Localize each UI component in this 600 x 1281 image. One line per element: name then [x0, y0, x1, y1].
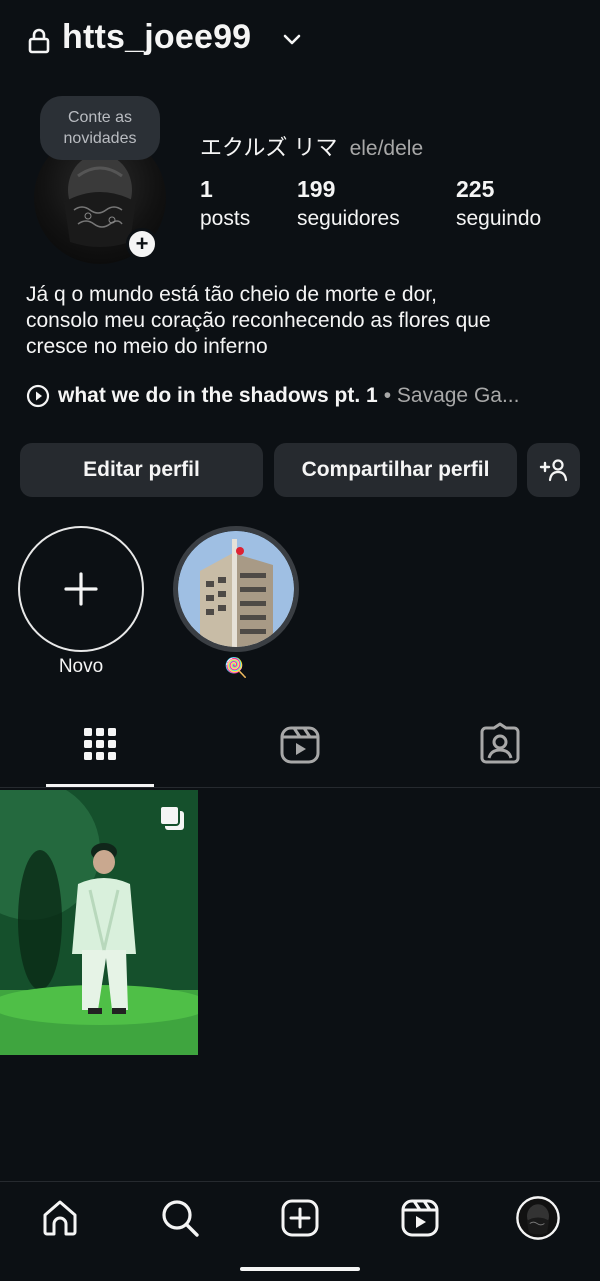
- post-thumbnail[interactable]: [0, 790, 198, 1055]
- tagged-icon: [480, 722, 520, 764]
- nav-home[interactable]: [38, 1196, 82, 1240]
- discover-people-button[interactable]: [527, 443, 580, 497]
- add-person-icon: [539, 459, 567, 482]
- nav-profile[interactable]: [516, 1196, 560, 1240]
- stat-posts-count: 1: [200, 176, 213, 202]
- display-name: エクルズ リマ: [200, 135, 338, 160]
- music-title: what we do in the shadows pt. 1: [58, 384, 378, 407]
- multiple-photos-icon: [159, 805, 184, 830]
- stat-followers-count: 199: [297, 176, 336, 202]
- reels-icon: [401, 1199, 439, 1237]
- nav-divider: [0, 1181, 600, 1182]
- tab-tagged[interactable]: [400, 722, 600, 788]
- stat-following[interactable]: 225 seguindo: [456, 176, 541, 231]
- stat-posts-label: posts: [200, 207, 251, 230]
- display-name-row: エクルズ リマ ele/dele: [200, 130, 423, 162]
- tab-reels[interactable]: [200, 722, 400, 788]
- tab-posts-grid[interactable]: [0, 722, 200, 788]
- grid-icon: [84, 728, 116, 760]
- highlight-label: 🍭: [224, 658, 248, 679]
- home-indicator: [240, 1267, 360, 1271]
- profile-header: htts_joee99: [0, 0, 600, 86]
- create-icon: [281, 1199, 319, 1237]
- active-tab-indicator: [46, 784, 154, 787]
- bio-line: cresce no meio do inferno: [26, 335, 268, 358]
- bio: Já q o mundo está tão cheio de morte e d…: [26, 282, 586, 360]
- music-artist: • Savage Ga...: [383, 384, 520, 407]
- bio-line: Já q o mundo está tão cheio de morte e d…: [26, 283, 437, 306]
- stat-followers-label: seguidores: [297, 207, 400, 230]
- stat-following-label: seguindo: [456, 207, 542, 230]
- search-icon: [162, 1200, 199, 1237]
- add-story-button[interactable]: +: [126, 228, 158, 260]
- pronouns: ele/dele: [349, 137, 424, 160]
- chevron-down-icon[interactable]: [282, 32, 302, 48]
- play-circle-icon: [26, 384, 50, 408]
- stat-posts[interactable]: 1 posts: [200, 176, 250, 231]
- highlight-cover: [178, 531, 294, 647]
- nav-reels[interactable]: [398, 1196, 442, 1240]
- profile-music[interactable]: what we do in the shadows pt. 1 • Savage…: [26, 382, 586, 410]
- share-profile-button[interactable]: Compartilhar perfil: [274, 443, 517, 497]
- plus-icon: [64, 572, 98, 606]
- edit-profile-button[interactable]: Editar perfil: [20, 443, 263, 497]
- nav-search[interactable]: [158, 1196, 202, 1240]
- lock-icon: [28, 28, 50, 54]
- new-highlight-button[interactable]: [18, 526, 144, 652]
- nav-create[interactable]: [278, 1196, 322, 1240]
- highlight-item[interactable]: [173, 526, 299, 652]
- profile-avatar-icon: [516, 1196, 560, 1240]
- username-title[interactable]: htts_joee99: [62, 18, 251, 57]
- stat-followers[interactable]: 199 seguidores: [297, 176, 400, 231]
- reels-icon: [280, 726, 320, 764]
- building-photo-icon: [178, 531, 294, 647]
- bio-line: consolo meu coração reconhecendo as flor…: [26, 309, 491, 332]
- highlight-label: Novo: [58, 656, 104, 677]
- home-icon: [43, 1200, 77, 1236]
- tabs-divider: [0, 787, 600, 788]
- note-bubble[interactable]: Conte as novidades: [40, 96, 160, 160]
- stat-following-count: 225: [456, 176, 495, 202]
